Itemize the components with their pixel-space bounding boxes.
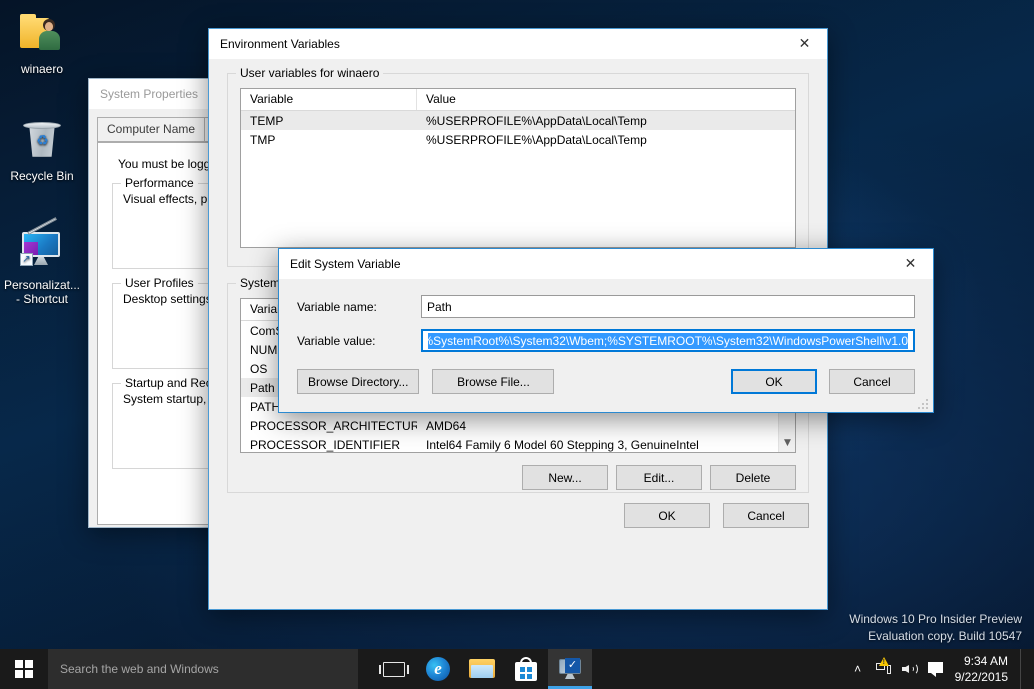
task-view-icon [383, 662, 405, 677]
desktop-icon-label: winaero [2, 62, 82, 76]
desktop-icon-label-2: - Shortcut [2, 292, 82, 306]
variable-name-label: Variable name: [297, 300, 415, 314]
action-center-button[interactable] [923, 649, 949, 689]
cell-value: AMD64 [417, 419, 795, 433]
clock[interactable]: 9:34 AM 9/22/2015 [949, 653, 1020, 685]
delete-button[interactable]: Delete [710, 465, 796, 490]
edge-icon: e [426, 657, 450, 681]
windows-watermark: Windows 10 Pro Insider Preview Evaluatio… [849, 611, 1022, 645]
clock-date: 9/22/2015 [955, 669, 1008, 685]
network-warning-icon [876, 663, 891, 676]
cancel-button[interactable]: Cancel [723, 503, 809, 528]
volume-button[interactable] [897, 649, 923, 689]
user-variables-group: User variables for winaero Variable Valu… [227, 73, 809, 267]
cell-value: %USERPROFILE%\AppData\Local\Temp [417, 133, 795, 147]
ok-button[interactable]: OK [624, 503, 710, 528]
desktop-icon-winaero[interactable]: winaero [2, 10, 82, 76]
edit-system-variable-actions: Browse Directory... Browse File... OK Ca… [279, 352, 933, 394]
search-placeholder: Search the web and Windows [60, 662, 219, 676]
user-variables-list[interactable]: Variable Value TEMP %USERPROFILE%\AppDat… [240, 88, 796, 248]
start-button[interactable] [0, 649, 48, 689]
cell-variable: PROCESSOR_ARCHITECTURE [241, 419, 417, 433]
close-icon[interactable]: ✕ [888, 250, 933, 279]
window-title: Edit System Variable [290, 257, 401, 271]
desktop-icon-personalization-shortcut[interactable]: ↗ Personalizat... - Shortcut [2, 226, 82, 306]
show-hidden-icons-button[interactable]: ˄ [845, 649, 871, 689]
clock-time: 9:34 AM [955, 653, 1008, 669]
table-row[interactable]: TEMP %USERPROFILE%\AppData\Local\Temp [241, 111, 795, 130]
edit-button[interactable]: Edit... [616, 465, 702, 490]
cell-variable: PROCESSOR_IDENTIFIER [241, 438, 417, 452]
edit-system-variable-dialog[interactable]: Edit System Variable ✕ Variable name: Pa… [278, 248, 934, 413]
watermark-line-2: Evaluation copy. Build 10547 [849, 628, 1022, 645]
browse-directory-button[interactable]: Browse Directory... [297, 369, 419, 394]
table-row[interactable]: PROCESSOR_ARCHITECTURE AMD64 [241, 416, 795, 435]
search-input[interactable]: Search the web and Windows [48, 649, 358, 689]
task-view-button[interactable] [372, 649, 416, 689]
action-center-icon [928, 662, 943, 676]
user-folder-icon [18, 10, 66, 58]
resize-grip[interactable] [918, 397, 930, 409]
column-header-value: Value [417, 89, 795, 110]
cell-value: %USERPROFILE%\AppData\Local\Temp [417, 114, 795, 128]
desktop-icon-label: Recycle Bin [2, 169, 82, 183]
edit-system-variable-titlebar[interactable]: Edit System Variable ✕ [279, 249, 933, 279]
desktop-icon-label: Personalizat... [2, 278, 82, 292]
variable-value-value: t%;%SystemRoot%\System32\Wbem;%SYSTEMROO… [428, 333, 908, 349]
watermark-line-1: Windows 10 Pro Insider Preview [849, 611, 1022, 628]
ok-button[interactable]: OK [731, 369, 817, 394]
system-properties-taskbar-button[interactable]: ✓ [548, 649, 592, 689]
system-tray: ˄ 9:34 AM 9/22/2015 [845, 649, 1034, 689]
chevron-up-icon: ˄ [854, 662, 861, 676]
cell-variable: TMP [241, 133, 417, 147]
chevron-down-icon[interactable]: ▼ [779, 435, 796, 452]
close-icon[interactable]: ✕ [782, 30, 827, 59]
volume-icon [902, 662, 918, 676]
monitor-pen-icon: ↗ [18, 226, 66, 274]
dialog-actions: OK Cancel [227, 503, 809, 528]
cancel-button[interactable]: Cancel [829, 369, 915, 394]
user-variables-legend: User variables for winaero [236, 66, 383, 80]
edit-system-variable-form: Variable name: Path Variable value: t%;%… [279, 279, 933, 352]
variable-value-input[interactable]: t%;%SystemRoot%\System32\Wbem;%SYSTEMROO… [421, 329, 915, 352]
cell-variable: TEMP [241, 114, 417, 128]
file-explorer-button[interactable] [460, 649, 504, 689]
shortcut-arrow-icon: ↗ [20, 253, 33, 266]
new-button[interactable]: New... [522, 465, 608, 490]
edge-button[interactable]: e [416, 649, 460, 689]
table-row[interactable]: PROCESSOR_IDENTIFIER Intel64 Family 6 Mo… [241, 435, 795, 454]
environment-variables-titlebar[interactable]: Environment Variables ✕ [209, 29, 827, 59]
desktop-icon-recycle-bin[interactable]: ♻ Recycle Bin [2, 117, 82, 183]
system-variables-actions: New... Edit... Delete [240, 465, 796, 490]
network-button[interactable] [871, 649, 897, 689]
window-title: Environment Variables [220, 37, 340, 51]
table-row[interactable]: TMP %USERPROFILE%\AppData\Local\Temp [241, 130, 795, 149]
performance-group-legend: Performance [121, 176, 198, 190]
variable-name-value: Path [427, 300, 452, 314]
column-header-variable: Variable [241, 89, 417, 110]
variable-value-label: Variable value: [297, 334, 415, 348]
taskbar[interactable]: Search the web and Windows e ✓ ˄ [0, 649, 1034, 689]
system-properties-icon: ✓ [557, 657, 583, 681]
window-title: System Properties [100, 87, 198, 101]
variable-name-input[interactable]: Path [421, 295, 915, 318]
show-desktop-button[interactable] [1020, 649, 1028, 689]
store-button[interactable] [504, 649, 548, 689]
cell-value: Intel64 Family 6 Model 60 Stepping 3, Ge… [417, 438, 795, 452]
user-profiles-group-legend: User Profiles [121, 276, 198, 290]
user-variables-header: Variable Value [241, 89, 795, 111]
tab-computer-name[interactable]: Computer Name [97, 117, 205, 142]
browse-file-button[interactable]: Browse File... [432, 369, 554, 394]
recycle-bin-icon: ♻ [18, 117, 66, 165]
file-explorer-icon [469, 659, 495, 679]
windows-logo-icon [15, 660, 33, 678]
store-icon [515, 657, 537, 681]
